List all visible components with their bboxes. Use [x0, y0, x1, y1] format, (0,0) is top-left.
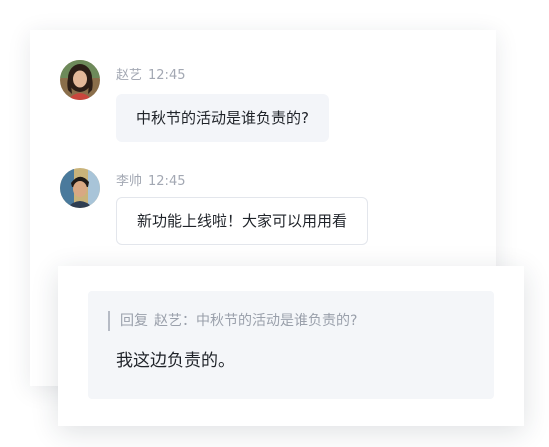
reply-box[interactable]: 回复 赵艺：中秋节的活动是谁负责的? 我这边负责的。 — [88, 291, 494, 399]
message-time: 12:45 — [148, 174, 186, 189]
message-bubble[interactable]: 新功能上线啦！大家可以用用看 — [116, 197, 369, 245]
reply-quote: 回复 赵艺：中秋节的活动是谁负责的? — [120, 311, 357, 331]
message-meta: 李帅 12:45 — [116, 170, 185, 189]
message-time: 12:45 — [148, 68, 186, 83]
message-meta: 赵艺 12:45 — [116, 64, 185, 83]
quoted-text: 中秋节的活动是谁负责的? — [196, 313, 358, 329]
reply-card: 回复 赵艺：中秋节的活动是谁负责的? 我这边负责的。 — [58, 266, 524, 426]
quote-separator: ： — [182, 313, 196, 329]
avatar-woman-icon — [60, 60, 100, 100]
quoted-sender: 赵艺 — [154, 313, 182, 329]
avatar-man-icon — [60, 168, 100, 208]
message-bubble[interactable]: 中秋节的活动是谁负责的? — [116, 94, 329, 142]
avatar[interactable] — [60, 60, 100, 100]
sender-name: 赵艺 — [116, 68, 143, 83]
avatar[interactable] — [60, 168, 100, 208]
reply-text: 我这边负责的。 — [116, 351, 235, 371]
reply-label: 回复 — [120, 313, 148, 329]
sender-name: 李帅 — [116, 174, 143, 189]
quote-bar — [108, 311, 110, 331]
